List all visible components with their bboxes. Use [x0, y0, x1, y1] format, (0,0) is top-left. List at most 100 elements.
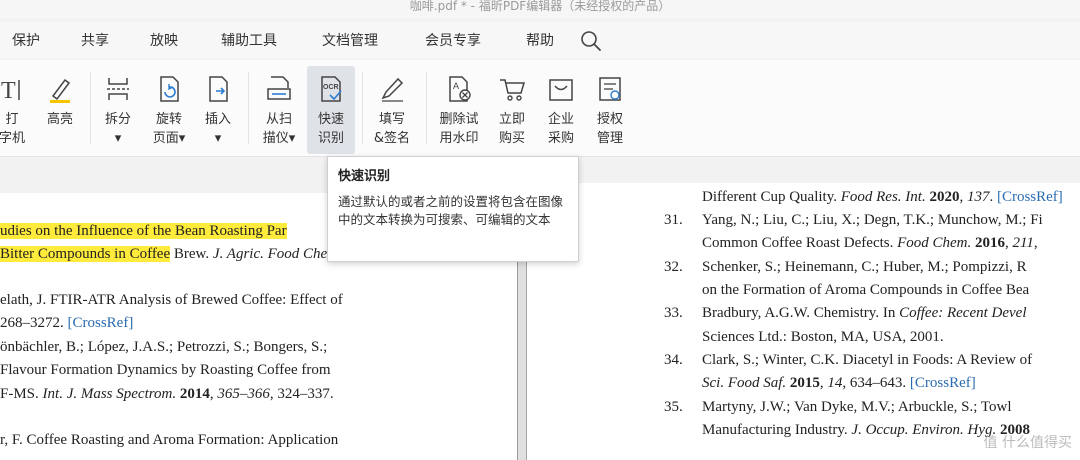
typewriter-tool[interactable]: T 打 字机 [0, 66, 32, 154]
text-run: r, F. Coffee Roasting and Aroma Formatio… [0, 432, 339, 448]
tooltip-title: 快速识别 [338, 169, 391, 184]
buy-now-label: 立即 购买 [498, 112, 525, 146]
document-text-line: Bitter Compounds in Coffee Brew. J. Agri… [0, 246, 342, 263]
from-scanner-tool[interactable]: 从扫 描仪▾ [256, 66, 302, 154]
text-run: J. Agric. Food Chem. [212, 246, 342, 262]
license-icon [588, 74, 632, 106]
fill-sign-label: 填写 &签名 [373, 112, 411, 146]
insert-tool[interactable]: 插入 ▾ [198, 66, 238, 154]
tooltip-body: 通过默认的或者之前的设置将包含在图像中的文本转换为可搜索、可编辑的文本 [338, 194, 564, 227]
text-run: , 324–337. [269, 386, 334, 402]
text-run: . [989, 189, 997, 205]
text-run: 14 [827, 375, 843, 391]
text-run: , [959, 189, 967, 205]
document-text-line: udies on the Influence of the Bean Roast… [0, 223, 287, 240]
menu-protect[interactable]: 保护 [12, 30, 40, 50]
ribbon-separator [362, 72, 363, 144]
remove-watermark-icon: A [432, 74, 486, 106]
text-run: Clark, S.; Winter, C.K. Diacetyl in Food… [702, 352, 1033, 368]
enterprise-purchase-tool[interactable]: 企业 采购 [539, 66, 583, 154]
fill-sign-pen-icon [366, 74, 418, 106]
document-text-line: Manufacturing Industry. J. Occup. Enviro… [702, 422, 1030, 439]
license-manage-label: 授权 管理 [596, 112, 623, 146]
typewriter-icon: T [0, 74, 32, 106]
text-run: , 634–643. [842, 375, 910, 391]
crossref-link[interactable]: [CrossRef] [997, 189, 1063, 205]
insert-page-icon [198, 74, 238, 106]
text-run: Common Coffee Roast Defects. [702, 235, 898, 251]
document-text-line: Schenker, S.; Heinemann, C.; Huber, M.; … [702, 259, 1027, 276]
document-text-line: Yang, N.; Liu, C.; Liu, X.; Degn, T.K.; … [702, 212, 1043, 229]
ribbon-separator [90, 72, 91, 144]
svg-text:A: A [453, 81, 459, 91]
text-run: 365–366 [217, 386, 270, 402]
menu-bar: 保护 共享 放映 辅助工具 文档管理 会员专享 帮助 [0, 22, 1080, 58]
document-text-line: Martyny, J.W.; Van Dyke, M.V.; Arbuckle,… [702, 399, 1012, 416]
fill-sign-tool[interactable]: 填写 &签名 [366, 66, 418, 154]
cart-icon [490, 74, 534, 106]
crossref-link[interactable]: [CrossRef] [910, 375, 976, 391]
reference-number: 34. [664, 352, 683, 368]
text-run: Flavour Formation Dynamics by Roasting C… [0, 362, 331, 378]
ribbon-separator [426, 72, 427, 144]
text-run: Different Cup Quality. [702, 189, 841, 205]
text-run: Food Res. Int. [840, 189, 926, 205]
document-text-line: Clark, S.; Winter, C.K. Diacetyl in Food… [702, 352, 1032, 369]
quick-ocr-tool[interactable]: OCR 快速 识别 [307, 66, 355, 154]
document-text-line: Bradbury, A.G.W. Chemistry. In Coffee: R… [702, 305, 1027, 322]
reference-number: 33. [664, 305, 683, 321]
text-run: Sciences Ltd.: Boston, MA, USA, 2001. [702, 329, 944, 345]
remove-watermark-tool[interactable]: A 删除试 用水印 [432, 66, 486, 154]
menu-help[interactable]: 帮助 [526, 30, 554, 50]
rotate-page-tool[interactable]: 旋转 页面▾ [146, 66, 192, 154]
text-run: Bitter Compounds in Coffee [0, 246, 171, 262]
crossref-link[interactable]: [CrossRef] [68, 315, 134, 331]
document-text-line: elath, J. FTIR-ATR Analysis of Brewed Co… [0, 292, 343, 309]
menu-member[interactable]: 会员专享 [425, 30, 481, 50]
search-icon[interactable] [580, 30, 602, 52]
text-run: 2015 [786, 375, 820, 391]
text-run: 137 [966, 189, 990, 205]
quick-ocr-tooltip: 快速识别 通过默认的或者之前的设置将包含在图像中的文本转换为可搜索、可编辑的文本 [327, 156, 579, 262]
text-run: Food Chem. [897, 235, 972, 251]
document-text-line: Different Cup Quality. Food Res. Int. 20… [702, 189, 1063, 206]
text-run: J. Occup. Environ. Hyg. [851, 422, 997, 438]
highlight-label: 高亮 [46, 112, 73, 127]
highlight-tool[interactable]: 高亮 [40, 66, 80, 154]
text-run: Martyny, J.W.; Van Dyke, M.V.; Arbuckle,… [702, 399, 1012, 415]
text-run: 211 [1012, 235, 1034, 251]
text-run: elath, J. FTIR-ATR Analysis of Brewed Co… [0, 292, 343, 308]
ocr-icon: OCR [307, 74, 355, 106]
menu-assist-tools[interactable]: 辅助工具 [221, 30, 277, 50]
document-text-line: r, F. Coffee Roasting and Aroma Formatio… [0, 432, 338, 449]
text-run: on the Formation of Aroma Compounds in C… [702, 282, 1030, 298]
quick-ocr-label: 快速 识别 [317, 112, 344, 146]
reference-number: 31. [664, 212, 683, 228]
split-icon [98, 74, 138, 106]
typewriter-label: 打 字机 [0, 112, 25, 146]
menu-doc-manage[interactable]: 文档管理 [322, 30, 378, 50]
rotate-page-icon [146, 74, 192, 106]
split-label: 拆分 ▾ [104, 112, 131, 146]
split-tool[interactable]: 拆分 ▾ [98, 66, 138, 154]
buy-now-tool[interactable]: 立即 购买 [490, 66, 534, 154]
insert-label: 插入 ▾ [204, 112, 231, 146]
svg-text:OCR: OCR [323, 84, 339, 91]
remove-watermark-label: 删除试 用水印 [439, 112, 479, 146]
reference-number: 32. [664, 259, 683, 275]
enterprise-purchase-label: 企业 采购 [547, 112, 574, 146]
document-text-line: Sciences Ltd.: Boston, MA, USA, 2001. [702, 329, 944, 346]
text-run: udies on the Influence of the Bean Roast… [0, 223, 287, 239]
document-text-line: on the Formation of Aroma Compounds in C… [702, 282, 1029, 299]
menu-present[interactable]: 放映 [150, 30, 178, 50]
menu-share[interactable]: 共享 [81, 30, 109, 50]
license-manage-tool[interactable]: 授权 管理 [588, 66, 632, 154]
text-run: önbächler, B.; López, J.A.S.; Petrozzi, … [0, 339, 328, 355]
text-run: Sci. Food Saf. [702, 375, 787, 391]
document-text-line: Flavour Formation Dynamics by Roasting C… [0, 362, 331, 379]
from-scanner-label: 从扫 描仪▾ [262, 112, 296, 146]
text-run: Schenker, S.; Heinemann, C.; Huber, M.; … [702, 259, 1027, 275]
text-run: 2020 [925, 189, 960, 205]
document-page-right[interactable]: Different Cup Quality. Food Res. Int. 20… [527, 183, 1080, 460]
ribbon-separator [248, 72, 249, 144]
